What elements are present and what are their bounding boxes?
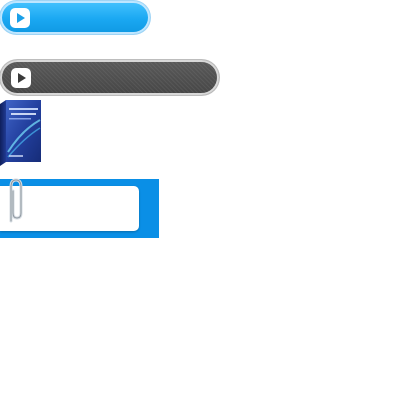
software-box-image (0, 100, 42, 166)
play-icon (11, 68, 31, 88)
screen (0, 0, 420, 420)
play-icon (10, 8, 30, 28)
dark-play-button[interactable] (0, 60, 219, 95)
clipped-note-panel (0, 178, 159, 238)
blue-play-button[interactable] (0, 1, 150, 34)
paperclip-icon (9, 178, 23, 223)
